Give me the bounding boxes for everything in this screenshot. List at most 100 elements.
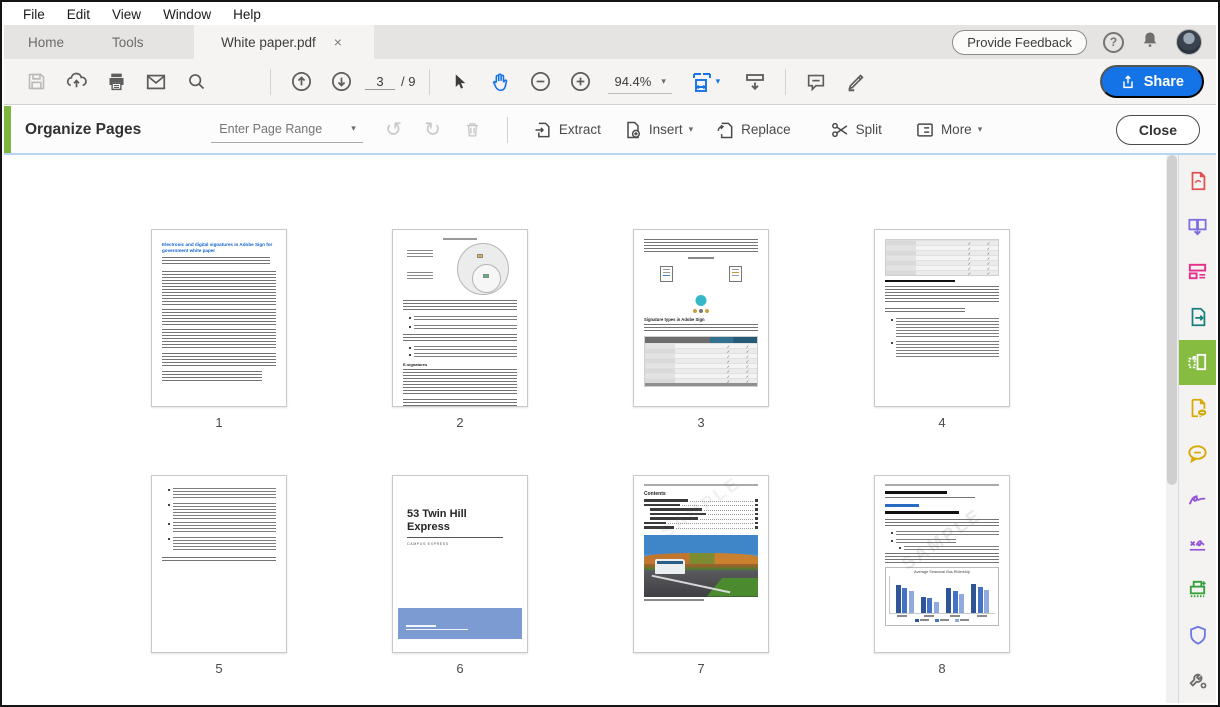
previous-page-icon[interactable] (284, 65, 318, 99)
more-label: More (941, 122, 972, 137)
more-icon (915, 120, 935, 140)
request-signatures-icon (1186, 533, 1209, 556)
next-page-icon[interactable] (324, 65, 358, 99)
create-pdf-icon (1187, 170, 1209, 192)
page-1-preview[interactable]: Electronic and digital signatures in Ado… (151, 229, 287, 407)
select-tool-icon[interactable] (443, 65, 477, 99)
close-icon[interactable]: × (330, 33, 346, 51)
menu-file[interactable]: File (12, 4, 56, 25)
page-thumbnail-7[interactable]: SAMPLE Contents 7 (609, 475, 793, 676)
bar-group-summer (921, 597, 939, 613)
toolbar-separator (429, 69, 430, 95)
organize-pages-title: Organize Pages (25, 121, 141, 139)
undo-icon: ↺ (385, 120, 402, 140)
rail-tool-fill-and-sign[interactable] (1179, 476, 1216, 521)
chevron-down-icon: ▾ (978, 124, 983, 135)
more-button[interactable]: More ▾ (915, 120, 982, 140)
provide-feedback-button[interactable]: Provide Feedback (952, 30, 1087, 55)
page-7-heading: Contents (644, 491, 758, 497)
page-thumbnail-4[interactable]: 4 (850, 229, 1034, 430)
page-3-preview[interactable]: Signature types in Adobe Sign (633, 229, 769, 407)
page-thumbnail-6[interactable]: 53 Twin Hill Express CAMPUS EXPRESS 6 (368, 475, 552, 676)
page-3-signing-diagram (634, 257, 768, 317)
comment-tool-icon[interactable] (799, 65, 833, 99)
page-thumbnail-3[interactable]: Signature types in Adobe Sign 3 (609, 229, 793, 430)
page-2-preview[interactable]: E-signatures (392, 229, 528, 407)
upload-cloud-icon[interactable] (59, 65, 93, 99)
rail-tool-comment[interactable] (1179, 431, 1216, 476)
page-thumbnail-1[interactable]: Electronic and digital signatures in Ado… (127, 229, 311, 430)
tab-document-label: White paper.pdf (221, 35, 316, 50)
save-icon[interactable] (19, 65, 53, 99)
extract-label: Extract (559, 122, 601, 137)
bar (984, 590, 989, 613)
tab-home[interactable]: Home (4, 25, 88, 59)
page-range-dropdown[interactable]: ▾ (211, 117, 363, 143)
legend-item (935, 619, 949, 623)
bar-group-fall (946, 588, 964, 612)
undo-button[interactable]: ↺ (385, 120, 402, 140)
share-button[interactable]: Share (1100, 65, 1204, 98)
menu-window[interactable]: Window (152, 4, 222, 25)
close-organize-button[interactable]: Close (1116, 115, 1200, 145)
rail-tool-protect[interactable] (1179, 612, 1216, 657)
page-range-input[interactable] (219, 122, 329, 136)
scrollbar-thumb[interactable] (1167, 155, 1177, 485)
replace-button[interactable]: Replace (715, 120, 791, 140)
page-thumbnail-2[interactable]: E-signatures 2 (368, 229, 552, 430)
rail-tool-export-pdf[interactable] (1179, 294, 1216, 339)
bar (921, 597, 926, 613)
legend-item (915, 619, 929, 623)
trash-icon (463, 120, 482, 139)
vertical-scrollbar[interactable] (1166, 155, 1178, 703)
email-icon[interactable] (139, 65, 173, 99)
redo-button[interactable]: ↻ (424, 120, 441, 140)
page-thumbnail-8[interactable]: SAMPLE Average Seasonal Bus Ridership (850, 475, 1034, 676)
avatar[interactable] (1176, 29, 1202, 55)
insert-button[interactable]: Insert ▾ (623, 120, 693, 140)
fit-width-icon[interactable]: ▾ (683, 65, 727, 99)
hide-toolbar-icon[interactable] (738, 65, 772, 99)
menu-view[interactable]: View (101, 4, 152, 25)
tab-document[interactable]: White paper.pdf × (194, 25, 374, 59)
protect-icon (1187, 624, 1209, 646)
rail-tool-more-tools[interactable] (1179, 658, 1216, 703)
fill-and-sign-icon (1186, 487, 1209, 510)
hand-tool-icon[interactable] (483, 65, 517, 99)
menu-help[interactable]: Help (222, 4, 272, 25)
tab-home-label: Home (28, 35, 64, 50)
delete-pages-button[interactable] (463, 120, 482, 139)
zoom-level-dropdown[interactable]: 94.4% ▾ (608, 70, 671, 94)
zoom-in-icon[interactable] (563, 65, 597, 99)
rail-tool-edit-pdf[interactable] (1179, 249, 1216, 294)
rail-tool-combine-files[interactable] (1179, 203, 1216, 248)
extract-button[interactable]: Extract (533, 120, 601, 140)
split-button[interactable]: Split (830, 120, 882, 140)
rail-tool-create-pdf[interactable] (1179, 158, 1216, 203)
page-thumbnail-5[interactable]: 5 (127, 475, 311, 676)
page-4-preview[interactable] (874, 229, 1010, 407)
page-8-chart-bars (889, 576, 995, 614)
toolbar-separator (785, 69, 786, 95)
bell-icon[interactable] (1140, 30, 1160, 55)
menu-edit[interactable]: Edit (56, 4, 101, 25)
print-icon[interactable] (99, 65, 133, 99)
bus-image (655, 559, 685, 574)
page-6-preview[interactable]: 53 Twin Hill Express CAMPUS EXPRESS (392, 475, 528, 653)
rail-tool-scan-and-ocr[interactable] (1179, 567, 1216, 612)
page-number-input[interactable] (365, 74, 395, 90)
split-icon (830, 120, 850, 140)
highlighter-icon[interactable] (839, 65, 873, 99)
page-5-preview[interactable] (151, 475, 287, 653)
page-thumbnails-area: Electronic and digital signatures in Ado… (4, 155, 1166, 703)
rail-tool-organize-pages[interactable] (1179, 340, 1216, 385)
zoom-level-value: 94.4% (614, 74, 651, 89)
page-7-preview[interactable]: SAMPLE Contents (633, 475, 769, 653)
page-8-preview[interactable]: SAMPLE Average Seasonal Bus Ridership (874, 475, 1010, 653)
tab-tools[interactable]: Tools (88, 25, 168, 59)
search-icon[interactable] (179, 65, 213, 99)
zoom-out-icon[interactable] (523, 65, 557, 99)
rail-tool-request-signatures[interactable] (1179, 521, 1216, 566)
rail-tool-send-for-comments[interactable] (1179, 385, 1216, 430)
help-icon[interactable]: ? (1103, 32, 1124, 53)
